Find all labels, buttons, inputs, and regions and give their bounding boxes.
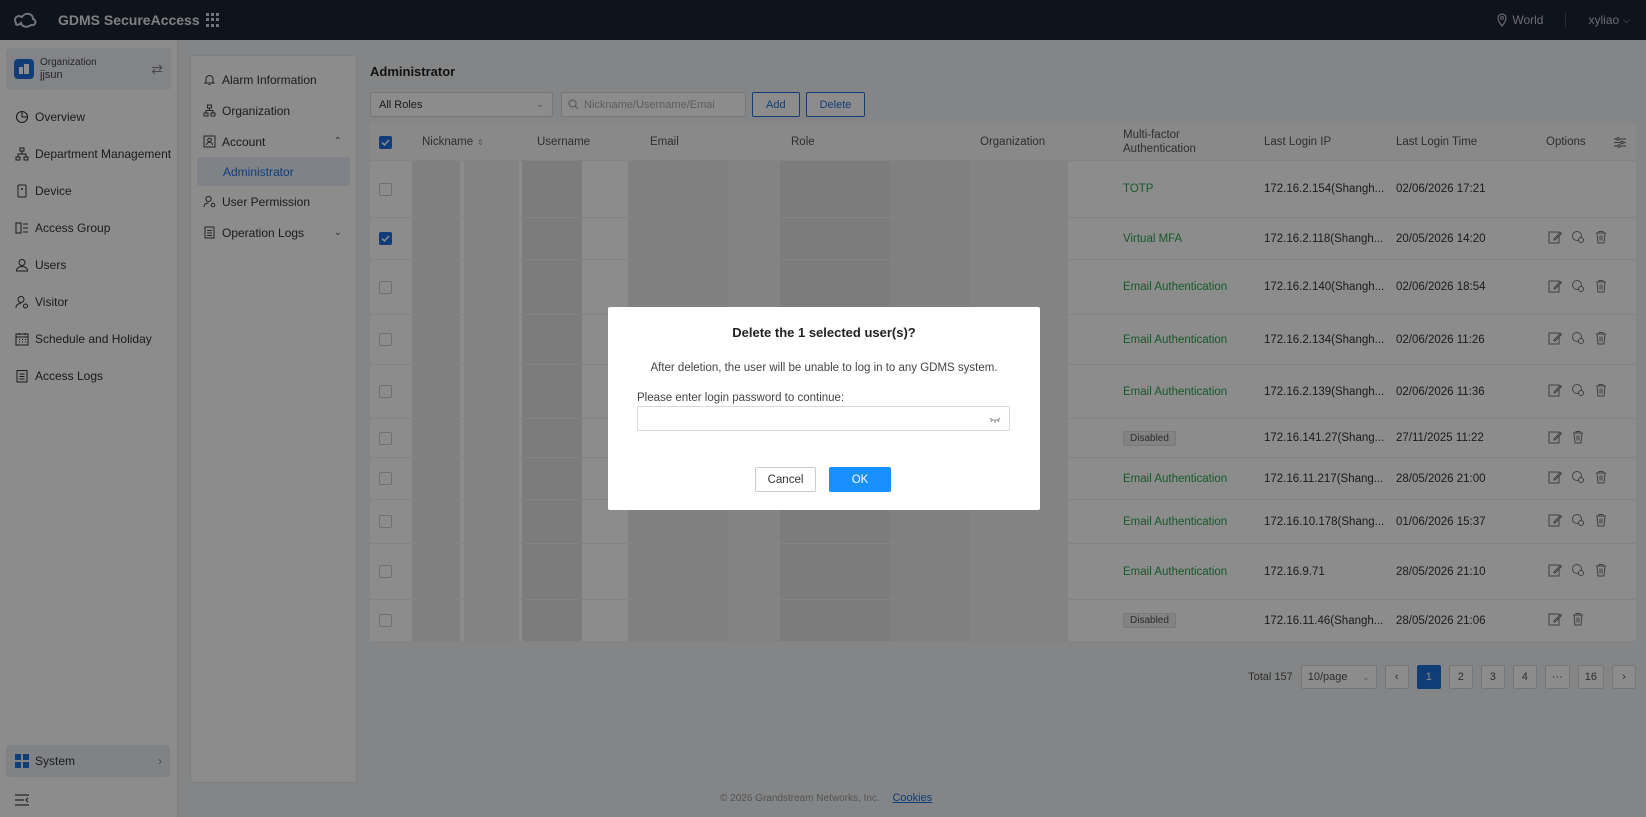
dialog-description: After deletion, the user will be unable … bbox=[650, 362, 998, 374]
ok-button[interactable]: OK bbox=[829, 467, 891, 492]
password-input[interactable] bbox=[637, 406, 1010, 431]
eye-closed-icon[interactable] bbox=[989, 413, 1001, 427]
cancel-button[interactable]: Cancel bbox=[755, 467, 816, 492]
dialog-title: Delete the 1 selected user(s)? bbox=[732, 325, 916, 340]
delete-confirm-dialog: Delete the 1 selected user(s)? After del… bbox=[608, 307, 1040, 510]
password-label: Please enter login password to continue: bbox=[637, 392, 845, 404]
